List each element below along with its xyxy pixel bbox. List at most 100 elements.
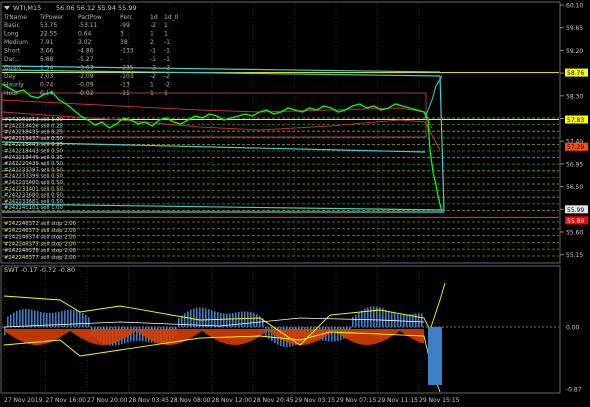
order-labels: #242201813 sell 1.00#242218426 sell 0.25… xyxy=(4,117,77,261)
price-tick-label: 55.60 xyxy=(566,230,583,237)
chart-canvas[interactable]: 60.1059.6559.2058.7558.3057.8557.4056.95… xyxy=(0,0,590,407)
time-tick-label: 29 Nov 07:15 xyxy=(336,397,377,404)
time-tick-label: 28 Nov 20:45 xyxy=(253,397,294,404)
indicator-axis: 0.00 -0.87 xyxy=(566,325,582,394)
channel-right-edge xyxy=(424,75,443,119)
time-tick-label: 29 Nov 11:15 xyxy=(378,397,419,404)
order-label: #242218437 sell 0.50 xyxy=(4,136,64,142)
table-cell: 0.74 xyxy=(40,82,54,89)
price-tags: 58.76 57.83 57.29 55.99 55.89 xyxy=(565,68,588,225)
indicator-tick-label: 0.00 xyxy=(566,325,580,332)
table-header-cell: PartPow xyxy=(78,14,102,21)
table-header-cell: TrName xyxy=(3,14,27,21)
table-cell: Quart xyxy=(4,65,22,72)
table-cell: -2 xyxy=(164,73,170,80)
order-label: #242233680 sell 0.50 xyxy=(4,193,64,199)
histogram-bar xyxy=(418,313,420,327)
ohlc-readout: 56.06 56.12 55.94 55.99 xyxy=(56,4,137,12)
table-cell: -1 xyxy=(164,39,170,46)
stop-order-label: #242246376 sell stop 2.00 xyxy=(4,248,77,254)
price-tag-label: 55.89 xyxy=(567,218,584,225)
histogram-bar xyxy=(247,311,249,327)
histogram-bar xyxy=(208,309,210,327)
table-cell: -13 xyxy=(120,82,130,89)
histogram-bar xyxy=(202,307,204,327)
histogram-bar xyxy=(385,309,387,327)
table-cell: 1 xyxy=(150,31,154,38)
histogram-bar xyxy=(199,307,201,327)
order-label: #242220436 sell 0.50 xyxy=(4,161,64,167)
table-cell: 1 xyxy=(150,82,154,89)
histogram-bar xyxy=(256,314,258,327)
time-axis[interactable]: 27 Nov 2019 27 Nov 16:00 27 Nov 20:00 28 No… xyxy=(4,397,460,404)
histogram-bar xyxy=(220,312,222,327)
table-header-cell: TrPower xyxy=(39,14,64,21)
table-cell: 3.02 xyxy=(78,39,92,46)
price-tag-label: 55.99 xyxy=(567,207,584,214)
histogram-bar xyxy=(421,313,423,327)
histogram-bar xyxy=(205,308,207,327)
chevron-down-icon[interactable] xyxy=(4,6,10,10)
table-cell: -2 xyxy=(164,82,170,89)
order-label: #242218443 sell 0.50 xyxy=(4,149,64,155)
table-cell: -99 xyxy=(120,22,130,29)
price-levels xyxy=(2,72,559,257)
price-tag-label: 57.83 xyxy=(567,117,584,124)
histogram-bar xyxy=(40,311,42,327)
histogram-bar xyxy=(28,309,30,327)
table-cell: 1 xyxy=(164,22,168,29)
table-cell: 1.54 xyxy=(40,65,54,72)
table-cell: 0.14 xyxy=(40,90,54,97)
stop-order-label: #242246375 sell stop 2.00 xyxy=(4,241,77,247)
order-label: #242233399 sell 0.50 xyxy=(4,174,64,180)
histogram-bar xyxy=(196,307,198,327)
stop-order-label: #242246374 sell stop 2.00 xyxy=(4,235,77,241)
histogram-bar xyxy=(85,314,87,327)
signal-band xyxy=(4,329,424,345)
order-label: #242218446 sell 0.25 xyxy=(4,155,63,161)
table-cell: 2 xyxy=(150,39,154,46)
table-header-cell: 1d xyxy=(150,14,158,21)
table-cell: -2 xyxy=(150,22,156,29)
histogram-bar xyxy=(25,308,27,327)
price-tag-label: 57.29 xyxy=(567,144,584,151)
histogram-bar xyxy=(211,310,213,327)
table-cell: -0.02 xyxy=(78,90,94,97)
order-label: #242201813 sell 1.00 xyxy=(4,117,64,123)
order-label: #242233400 sell 0.50 xyxy=(4,180,64,186)
channel-mid-line xyxy=(1,141,426,153)
table-cell: Short xyxy=(4,48,21,55)
table-cell: -2 xyxy=(150,73,156,80)
table-cell: 7.91 xyxy=(40,39,54,46)
table-cell: -11 xyxy=(120,90,130,97)
table-header-cell: 1d_0 xyxy=(164,14,179,21)
table-cell: -53.11 xyxy=(78,22,98,29)
table-cell: -3.63 xyxy=(78,65,94,72)
histogram-bar xyxy=(409,314,411,327)
histogram-bar xyxy=(10,314,12,327)
table-cell: - xyxy=(120,56,122,63)
time-tick-label: 28 Nov 08:00 xyxy=(170,397,211,404)
time-tick-label: 28 Nov 12:00 xyxy=(212,397,253,404)
histogram-bar xyxy=(244,311,246,327)
table-cell: 3 xyxy=(120,31,124,38)
table-cell: Basic xyxy=(4,22,20,29)
chart-header: WTI,M15 56.06 56.12 55.94 55.99 xyxy=(4,4,137,12)
stats-table: TrName TrPower PartPow Perc 1d 1d_0 Basic 53.75… xyxy=(3,14,179,97)
indicator-title: SWT -0.17 -0.72 -0.80 xyxy=(4,266,75,274)
price-tick-label: 59.65 xyxy=(566,25,583,32)
histogram-bar xyxy=(31,309,33,327)
table-cell: 1 xyxy=(164,90,168,97)
histogram-bar xyxy=(178,317,180,327)
time-tick-label: 28 Nov 03:45 xyxy=(129,397,170,404)
histogram-bar xyxy=(253,312,255,327)
histogram-drop xyxy=(428,327,442,385)
table-cell: 1 xyxy=(164,31,168,38)
histogram-bar xyxy=(34,310,36,327)
table-cell: 3.66 xyxy=(40,48,54,55)
swt-indicator xyxy=(2,282,559,393)
histogram-bar xyxy=(22,309,24,327)
time-tick-label: 27 Nov 2019 xyxy=(4,397,43,404)
histogram-bar xyxy=(406,314,408,327)
histogram-bar xyxy=(82,313,84,327)
